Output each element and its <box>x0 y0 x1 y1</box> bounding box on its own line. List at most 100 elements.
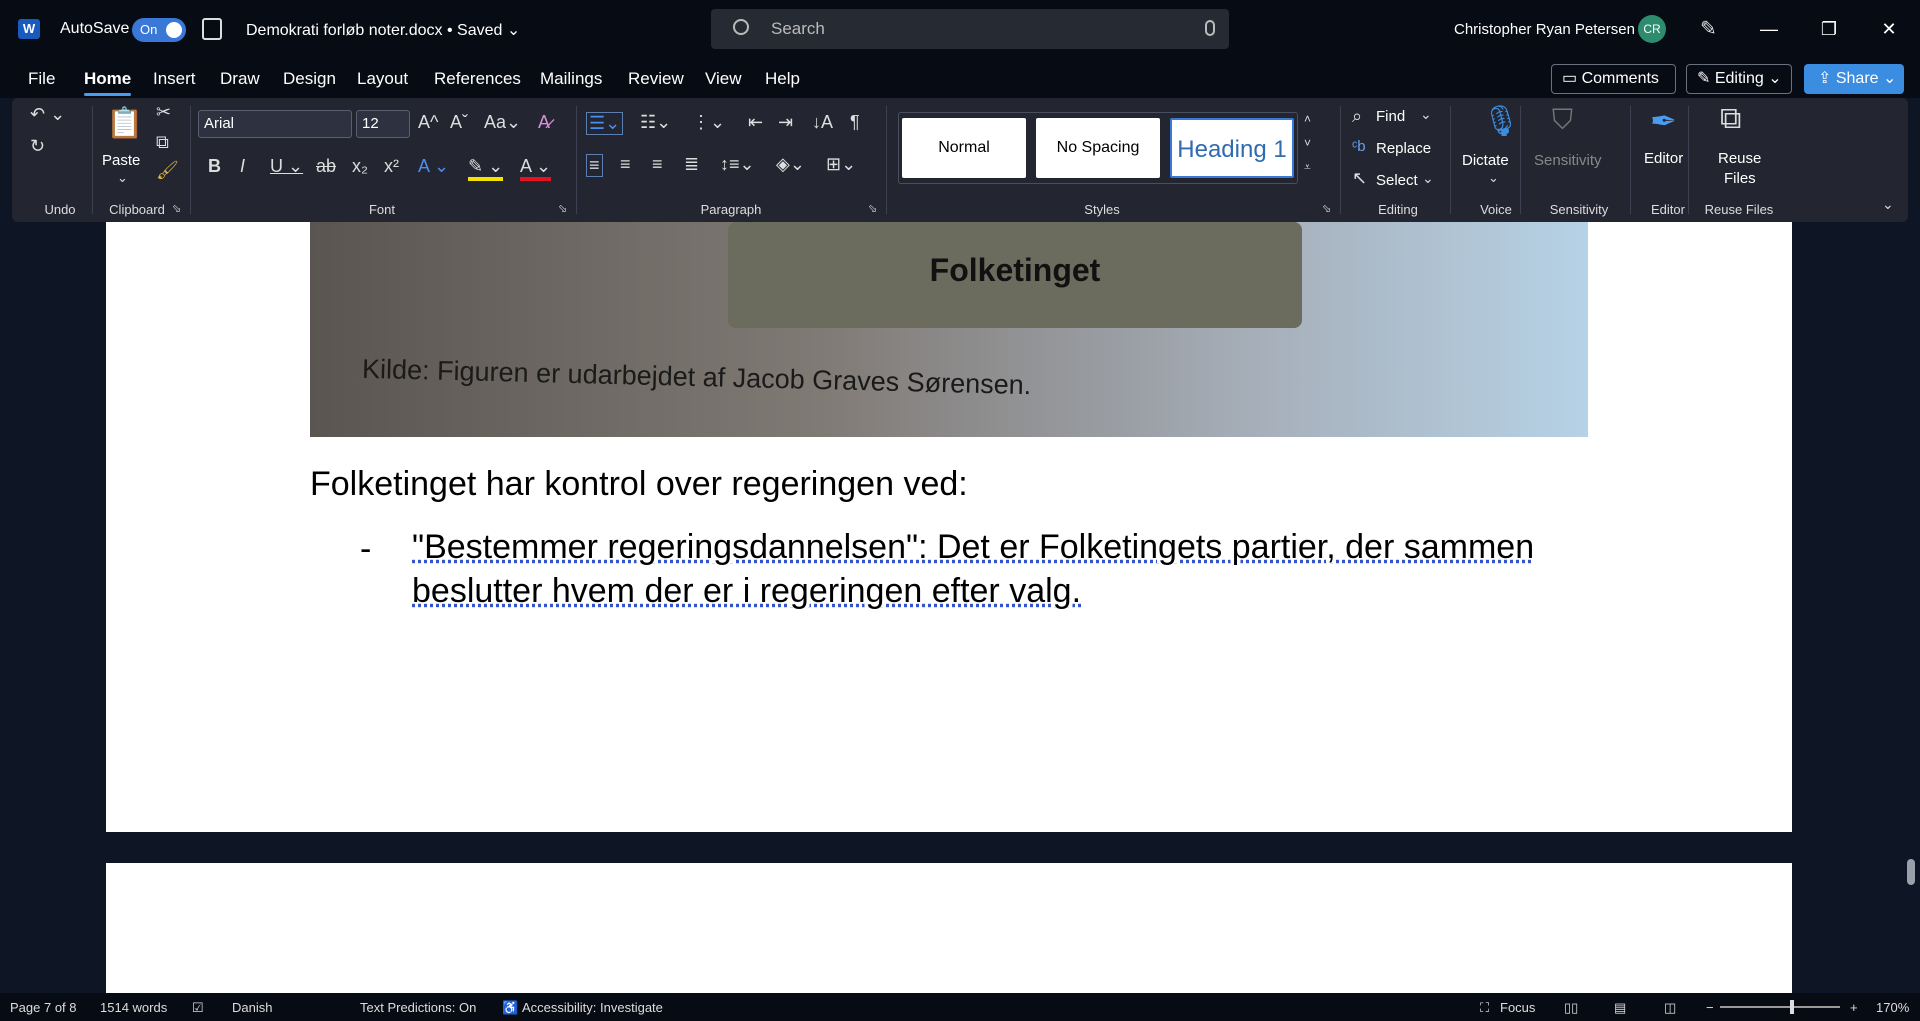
tab-review[interactable]: Review <box>628 69 684 89</box>
underline-icon[interactable]: U ⌄ <box>270 156 303 177</box>
page[interactable] <box>106 863 1792 993</box>
bullet-item[interactable]: "Bestemmer regeringsdannelsen": Det er F… <box>412 525 1552 613</box>
vertical-scrollbar[interactable] <box>1902 222 1920 993</box>
tab-layout[interactable]: Layout <box>357 69 408 89</box>
format-painter-icon[interactable]: 🖌 <box>156 160 179 181</box>
italic-icon[interactable]: I <box>240 156 245 177</box>
tab-help[interactable]: Help <box>765 69 800 89</box>
select-label[interactable]: Select <box>1376 172 1418 189</box>
dictate-label[interactable]: Dictate <box>1462 152 1509 169</box>
zoom-slider-thumb[interactable] <box>1790 1000 1794 1014</box>
restore-button[interactable]: ❐ <box>1806 14 1852 44</box>
chevron-down-icon[interactable]: ⌄ <box>1422 170 1434 187</box>
focus-mode[interactable]: Focus <box>1500 1000 1535 1015</box>
tab-insert[interactable]: Insert <box>153 69 196 89</box>
embedded-image[interactable]: Folketinget Kilde: Figuren er udarbejdet… <box>310 222 1588 437</box>
find-icon[interactable]: ⌕ <box>1352 106 1362 127</box>
font-name-select[interactable]: Arial <box>198 110 352 138</box>
chevron-down-icon[interactable]: ⌄ <box>1420 106 1432 123</box>
chevron-down-icon[interactable]: ⌄ <box>117 170 128 186</box>
document-canvas[interactable]: Folketinget Kilde: Figuren er udarbejdet… <box>0 222 1920 993</box>
tab-mailings[interactable]: Mailings <box>540 69 602 89</box>
print-layout-icon[interactable]: ▤ <box>1614 1000 1626 1016</box>
zoom-slider[interactable] <box>1720 1006 1840 1008</box>
font-size-select[interactable]: 12 <box>356 110 410 138</box>
undo-icon[interactable]: ↶ ⌄ <box>30 104 65 125</box>
numbering-icon[interactable]: ☷⌄ <box>640 112 671 133</box>
font-color-icon[interactable]: A ⌄ <box>520 156 552 181</box>
dialog-launcher-icon[interactable]: ⬂ <box>1322 202 1331 215</box>
borders-icon[interactable]: ⊞⌄ <box>826 154 856 175</box>
zoom-level[interactable]: 170% <box>1876 1000 1909 1015</box>
comments-button[interactable]: ▭ Comments <box>1551 64 1676 94</box>
share-button[interactable]: ⇪ Share ⌄ <box>1804 64 1904 94</box>
dialog-launcher-icon[interactable]: ⬂ <box>172 202 181 215</box>
copy-icon[interactable]: ⧉ <box>156 132 169 153</box>
align-left-icon[interactable]: ≡ <box>586 154 603 177</box>
style-normal[interactable]: Normal <box>902 118 1026 178</box>
paragraph-text[interactable]: Folketinget har kontrol over regeringen … <box>310 465 968 504</box>
web-layout-icon[interactable]: ◫ <box>1664 1000 1676 1016</box>
chevron-down-icon[interactable]: ˅ <box>1304 136 1311 150</box>
editing-mode-button[interactable]: ✎ Editing ⌄ <box>1686 64 1792 94</box>
read-mode-icon[interactable]: ▯▯ <box>1564 1000 1578 1016</box>
bullets-icon[interactable]: ☰⌄ <box>586 112 624 135</box>
scrollbar-thumb[interactable] <box>1907 859 1915 885</box>
chevron-up-icon[interactable]: ˄ <box>1304 112 1311 126</box>
microphone-icon[interactable]: 🎙 <box>1482 104 1520 139</box>
proofing-icon[interactable]: ☑ <box>192 1000 204 1016</box>
text-effects-icon[interactable]: A ⌄ <box>418 156 449 177</box>
subscript-icon[interactable]: x₂ <box>352 156 368 177</box>
chevron-down-icon[interactable]: ⌄ <box>1488 170 1499 186</box>
bold-icon[interactable]: B <box>208 156 221 177</box>
shrink-font-icon[interactable]: Aˇ <box>450 112 468 133</box>
change-case-icon[interactable]: Aa⌄ <box>484 112 521 133</box>
tab-references[interactable]: References <box>434 69 521 89</box>
user-name[interactable]: Christopher Ryan Petersen <box>1454 21 1635 38</box>
dialog-launcher-icon[interactable]: ⬂ <box>868 202 877 215</box>
highlight-icon[interactable]: ✎ ⌄ <box>468 156 504 181</box>
increase-indent-icon[interactable]: ⇥ <box>778 112 793 133</box>
editor-pen-icon[interactable]: ✒ <box>1650 102 1677 140</box>
paste-label[interactable]: Paste <box>102 152 140 169</box>
replace-label[interactable]: Replace <box>1376 140 1431 157</box>
cut-icon[interactable]: ✂ <box>156 102 171 123</box>
grow-font-icon[interactable]: A^ <box>418 112 438 133</box>
page[interactable]: Folketinget Kilde: Figuren er udarbejdet… <box>106 222 1792 832</box>
document-title[interactable]: Demokrati forløb noter.docx • Saved ⌄ <box>246 20 520 40</box>
dialog-launcher-icon[interactable]: ⬂ <box>558 202 567 215</box>
search-box[interactable]: Search <box>711 9 1229 49</box>
clipboard-icon[interactable]: 📋 <box>106 106 143 141</box>
collapse-ribbon-icon[interactable]: ⌄ <box>1882 196 1894 213</box>
language[interactable]: Danish <box>232 1000 272 1015</box>
zoom-in-icon[interactable]: + <box>1850 1000 1858 1015</box>
tab-home[interactable]: Home <box>84 69 132 96</box>
more-styles-icon[interactable]: ⩡ <box>1304 160 1311 175</box>
word-count[interactable]: 1514 words <box>100 1000 167 1015</box>
reuse-label-2[interactable]: Files <box>1724 170 1756 187</box>
strikethrough-icon[interactable]: ab <box>316 156 336 177</box>
pilcrow-icon[interactable]: ¶ <box>850 112 860 133</box>
sort-icon[interactable]: ↓A <box>812 112 833 133</box>
style-no-spacing[interactable]: No Spacing <box>1036 118 1160 178</box>
tab-view[interactable]: View <box>705 69 742 89</box>
page-count[interactable]: Page 7 of 8 <box>10 1000 77 1015</box>
justify-icon[interactable]: ≣ <box>684 154 699 175</box>
avatar[interactable]: CR <box>1638 15 1666 43</box>
reuse-files-icon[interactable]: ⧉ <box>1720 102 1741 136</box>
line-spacing-icon[interactable]: ↕≡⌄ <box>720 154 755 175</box>
microphone-icon[interactable] <box>1205 20 1215 36</box>
zoom-out-icon[interactable]: − <box>1706 1000 1714 1015</box>
align-right-icon[interactable]: ≡ <box>652 154 663 175</box>
tab-file[interactable]: File <box>28 69 55 89</box>
tab-design[interactable]: Design <box>283 69 336 89</box>
save-icon[interactable] <box>202 18 222 40</box>
find-label[interactable]: Find <box>1376 108 1405 125</box>
minimize-button[interactable]: — <box>1746 14 1792 44</box>
align-center-icon[interactable]: ≡ <box>620 154 631 175</box>
close-button[interactable]: ✕ <box>1866 14 1912 44</box>
clear-formatting-icon[interactable]: A̷ <box>538 112 550 133</box>
text-predictions[interactable]: Text Predictions: On <box>360 1000 476 1015</box>
accessibility-status[interactable]: Accessibility: Investigate <box>522 1000 663 1015</box>
editor-label[interactable]: Editor <box>1644 150 1683 167</box>
